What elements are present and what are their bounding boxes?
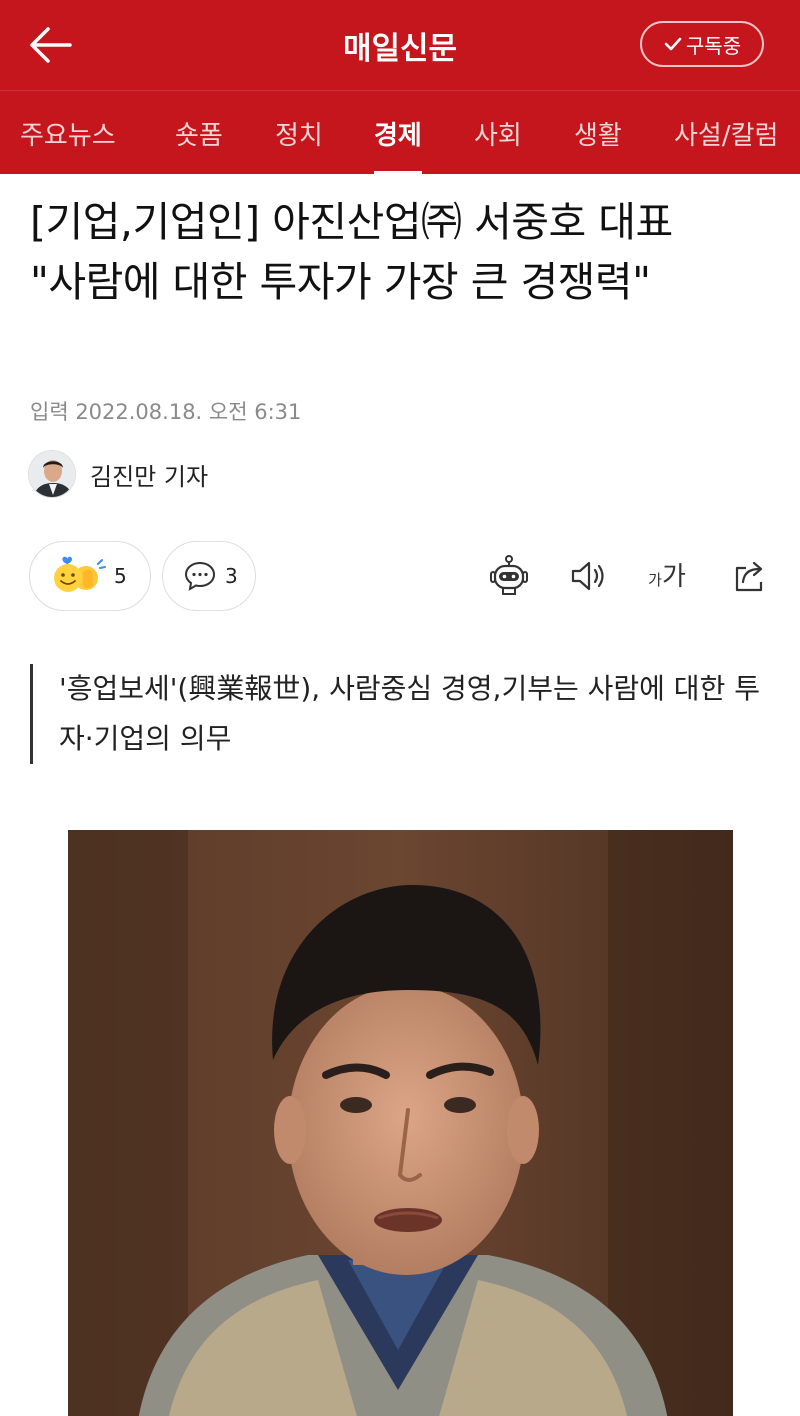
comment-button[interactable]: 3: [162, 541, 256, 611]
tab-economy[interactable]: 경제: [374, 91, 422, 175]
tab-life[interactable]: 생활: [574, 91, 622, 175]
category-tabs: 주요뉴스 숏폼 정치 경제 사회 생활 사설/칼럼: [0, 90, 800, 175]
font-size-icon: 가 가: [648, 562, 686, 592]
share-button[interactable]: [728, 550, 772, 602]
summary-bot-button[interactable]: [484, 550, 534, 602]
font-size-button[interactable]: 가 가: [642, 550, 692, 602]
reaction-button[interactable]: 5: [29, 541, 151, 611]
reporter-name: 김진만 기자: [90, 462, 209, 491]
tts-button[interactable]: [566, 550, 610, 602]
tab-main-news[interactable]: 주요뉴스: [20, 91, 116, 175]
subscribe-label: 구독중: [685, 33, 742, 58]
comment-count: 3: [225, 564, 238, 588]
reporter-avatar: [28, 450, 76, 498]
publish-date: 입력 2022.08.18. 오전 6:31: [30, 400, 302, 424]
article-summary: '흥업보세'(興業報世), 사람중심 경영,기부는 사람에 대한 투자·기업의 …: [30, 664, 770, 764]
tab-society[interactable]: 사회: [474, 91, 522, 175]
tab-politics[interactable]: 정치: [275, 91, 323, 175]
tab-editorial[interactable]: 사설/칼럼: [674, 91, 778, 175]
summary-bot-icon: [490, 555, 528, 595]
article-headline: [기업,기업인] 아진산업㈜ 서중호 대표 "사람에 대한 투자가 가장 큰 경…: [30, 198, 673, 306]
check-icon: [664, 37, 682, 51]
emoji-reaction-icon: [54, 556, 106, 592]
reporter-byline[interactable]: 김진만 기자: [28, 450, 208, 498]
share-icon: [735, 561, 763, 592]
speaker-icon: [571, 561, 604, 591]
article-photo: [68, 830, 733, 1416]
tab-shortform[interactable]: 숏폼: [175, 91, 223, 175]
arrow-left-icon: [30, 27, 72, 63]
comment-icon: [184, 561, 216, 591]
back-button[interactable]: [22, 20, 78, 70]
reaction-count: 5: [114, 564, 127, 588]
subscribe-button[interactable]: 구독중: [640, 21, 764, 67]
app-header: 매일신문 구독중: [0, 0, 800, 90]
